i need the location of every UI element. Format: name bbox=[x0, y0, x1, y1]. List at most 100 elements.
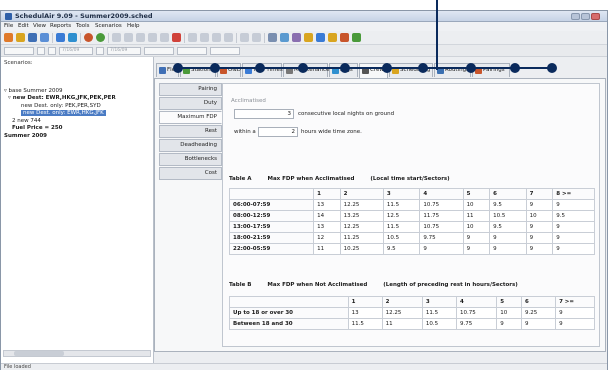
fdp-cell[interactable]: 10.25 bbox=[339, 243, 384, 255]
fdp-cell[interactable]: 11 bbox=[462, 210, 491, 222]
subtab-rest[interactable]: Rest bbox=[159, 125, 222, 138]
scrollbar-thumb[interactable] bbox=[14, 351, 64, 356]
fdp-cell[interactable]: 9 bbox=[552, 221, 595, 233]
cut-icon[interactable] bbox=[124, 33, 133, 42]
fdp-cell[interactable]: 9 bbox=[489, 232, 527, 244]
undo-icon[interactable] bbox=[84, 33, 93, 42]
fdp-cell[interactable]: 12.25 bbox=[339, 221, 384, 233]
fdp-cell[interactable]: 9.5 bbox=[489, 221, 527, 233]
time-zone-hours-input[interactable]: 2 bbox=[258, 127, 298, 137]
fdp-cell[interactable]: 9.5 bbox=[552, 210, 595, 222]
tree-item[interactable]: new Dest. only: EWR,HKG,JFK bbox=[21, 110, 106, 116]
optimize-icon[interactable] bbox=[292, 33, 301, 42]
zoom-in-icon[interactable] bbox=[200, 33, 209, 42]
delete-icon[interactable] bbox=[172, 33, 181, 42]
tab-o-and-d[interactable]: O&D bbox=[217, 63, 241, 77]
fdp-cell[interactable]: 13 bbox=[347, 307, 383, 319]
fdp-cell[interactable]: 9.75 bbox=[419, 232, 464, 244]
fdp-cell[interactable]: 9 bbox=[552, 232, 595, 244]
fdp-cell[interactable]: 10 bbox=[525, 210, 554, 222]
paste-icon[interactable] bbox=[148, 33, 157, 42]
fdp-cell[interactable]: 10.75 bbox=[419, 199, 464, 211]
prev-day-icon[interactable] bbox=[37, 47, 45, 55]
fdp-cell[interactable]: 12.25 bbox=[339, 199, 384, 211]
clipboard-icon[interactable] bbox=[160, 33, 169, 42]
fdp-cell[interactable]: 10.5 bbox=[489, 210, 527, 222]
fdp-cell[interactable]: 9 bbox=[419, 243, 464, 255]
fdp-cell[interactable]: 11.5 bbox=[382, 221, 421, 233]
fdp-cell[interactable]: 12.25 bbox=[381, 307, 423, 319]
funnel-icon[interactable] bbox=[280, 33, 289, 42]
close-button[interactable] bbox=[591, 13, 600, 20]
zoom-fit-icon[interactable] bbox=[188, 33, 197, 42]
fdp-cell[interactable]: 13 bbox=[313, 221, 341, 233]
aircraft-field[interactable] bbox=[210, 47, 240, 55]
tab-pairings[interactable]: Pairings bbox=[472, 63, 510, 77]
merge-icon[interactable] bbox=[252, 33, 261, 42]
carrier-select[interactable] bbox=[4, 47, 34, 55]
tree-item[interactable]: Summer 2009 bbox=[4, 133, 47, 139]
menu-help[interactable]: Help bbox=[127, 23, 140, 29]
fdp-cell[interactable]: 11.25 bbox=[339, 232, 384, 244]
fdp-cell[interactable]: 9 bbox=[525, 232, 554, 244]
fdp-cell[interactable]: 12.5 bbox=[382, 210, 421, 222]
subtab-bottlenecks[interactable]: Bottlenecks bbox=[159, 153, 222, 166]
save-as-icon[interactable] bbox=[40, 33, 49, 42]
plane-icon[interactable] bbox=[352, 33, 361, 42]
subtab-deadheading[interactable]: Deadheading bbox=[159, 139, 222, 152]
fdp-cell[interactable]: 9 bbox=[552, 243, 595, 255]
calendar-icon[interactable] bbox=[96, 47, 104, 55]
fdp-cell[interactable]: 11 bbox=[381, 318, 423, 330]
tree-item[interactable]: ▿ new Dest: EWR,HKG,JFK,PEK,PER bbox=[8, 95, 116, 101]
save-icon[interactable] bbox=[28, 33, 37, 42]
fdp-cell[interactable]: 11 bbox=[313, 243, 341, 255]
fdp-cell[interactable]: 11.5 bbox=[347, 318, 383, 330]
report-icon[interactable] bbox=[316, 33, 325, 42]
fdp-cell[interactable]: 9 bbox=[489, 243, 527, 255]
fdp-cell[interactable]: 10 bbox=[462, 221, 491, 233]
fdp-cell[interactable]: 9 bbox=[525, 199, 554, 211]
start-date-field[interactable]: 7/16/09 bbox=[59, 47, 93, 55]
tree-item[interactable]: new Dest. only: PEK,PER,SYD bbox=[21, 103, 101, 109]
new-file-icon[interactable] bbox=[4, 33, 13, 42]
station-field[interactable] bbox=[177, 47, 207, 55]
export-icon[interactable] bbox=[68, 33, 77, 42]
tree-item[interactable]: 2 new 744 bbox=[12, 118, 41, 124]
fdp-cell[interactable]: 12 bbox=[313, 232, 341, 244]
fdp-cell[interactable]: 9 bbox=[555, 318, 595, 330]
menu-reports[interactable]: Reports bbox=[50, 23, 71, 29]
fdp-cell[interactable]: 9.75 bbox=[455, 318, 498, 330]
fdp-cell[interactable]: 14 bbox=[313, 210, 341, 222]
fdp-cell[interactable]: 9 bbox=[525, 221, 554, 233]
time-field[interactable] bbox=[144, 47, 174, 55]
subtab-maximum-fdp[interactable]: Maximum FDP bbox=[159, 111, 222, 124]
open-folder-icon[interactable] bbox=[16, 33, 25, 42]
fdp-cell[interactable]: 10.75 bbox=[455, 307, 498, 319]
filter-clear-icon[interactable] bbox=[224, 33, 233, 42]
maximize-button[interactable] bbox=[581, 13, 590, 20]
fdp-cell[interactable]: 9 bbox=[552, 199, 595, 211]
fdp-cell[interactable]: 9.5 bbox=[489, 199, 527, 211]
subtab-cost[interactable]: Cost bbox=[159, 167, 222, 180]
fdp-cell[interactable]: 13 bbox=[313, 199, 341, 211]
chart-icon[interactable] bbox=[328, 33, 337, 42]
fdp-cell[interactable]: 13.25 bbox=[339, 210, 384, 222]
export-pdf-icon[interactable] bbox=[340, 33, 349, 42]
fdp-cell[interactable]: 9 bbox=[520, 318, 557, 330]
subtab-pairing[interactable]: Pairing bbox=[159, 83, 222, 96]
fdp-cell[interactable]: 10.5 bbox=[382, 232, 421, 244]
fdp-cell[interactable]: 9 bbox=[462, 243, 491, 255]
horizontal-scrollbar[interactable] bbox=[3, 350, 151, 357]
fdp-cell[interactable]: 9.5 bbox=[382, 243, 421, 255]
copy-icon[interactable] bbox=[136, 33, 145, 42]
redo-icon[interactable] bbox=[96, 33, 105, 42]
menu-view[interactable]: View bbox=[33, 23, 46, 29]
minimize-button[interactable] bbox=[571, 13, 580, 20]
fdp-cell[interactable]: 9 bbox=[496, 318, 522, 330]
tree-item[interactable]: ▿ base Summer 2009 bbox=[4, 88, 62, 94]
menu-file[interactable]: File bbox=[4, 23, 13, 29]
fdp-cell[interactable]: 11.5 bbox=[421, 307, 457, 319]
menu-scenarios[interactable]: Scenarios bbox=[95, 23, 122, 29]
fdp-cell[interactable]: 9.25 bbox=[520, 307, 557, 319]
fdp-cell[interactable]: 10 bbox=[496, 307, 522, 319]
